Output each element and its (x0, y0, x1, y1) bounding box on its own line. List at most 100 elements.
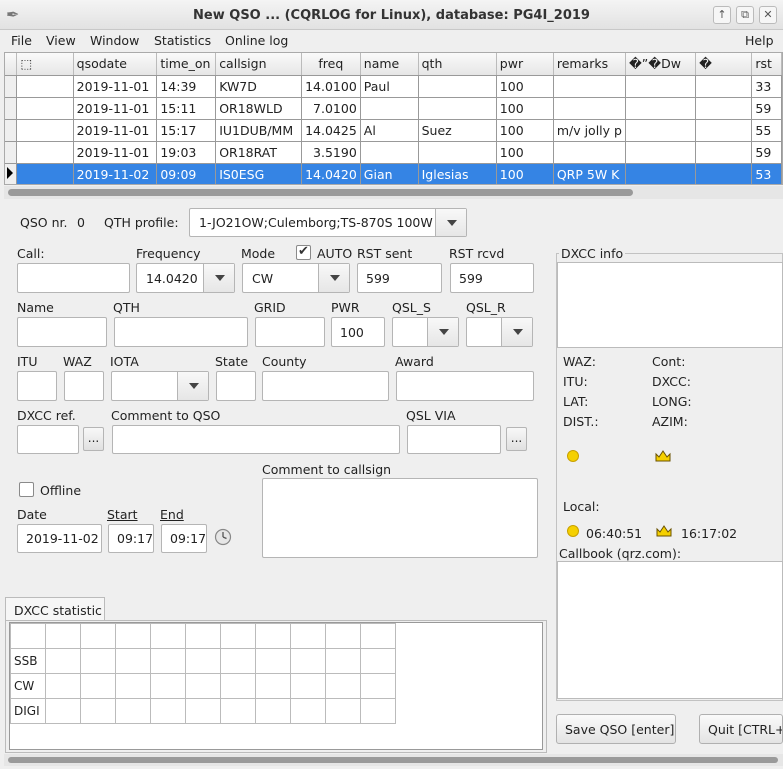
grid-header-icon[interactable]: � (695, 53, 753, 76)
grid-header[interactable]: qth (418, 53, 497, 76)
grid-cell[interactable]: 55 (751, 119, 782, 142)
grid-cell[interactable]: 14.0425 (301, 119, 361, 142)
grid-cell[interactable]: 15:11 (156, 97, 217, 120)
grid-cell[interactable] (418, 141, 497, 164)
grid-cell[interactable]: IS0ESG (215, 163, 302, 184)
grid-cell[interactable]: OR18RAT (215, 141, 302, 164)
grid-cell[interactable]: Gian (360, 163, 419, 184)
grid-cell[interactable] (360, 141, 419, 164)
grid-cell[interactable] (625, 141, 697, 164)
grid-cell[interactable]: 2019-11-01 (73, 97, 158, 120)
grid-header[interactable]: freq (301, 53, 361, 76)
award-input[interactable] (396, 371, 534, 401)
menu-window[interactable]: Window (90, 33, 139, 48)
row-indicator[interactable] (5, 141, 18, 164)
save-qso-button[interactable]: Save QSO [enter] (556, 714, 676, 744)
grid-header[interactable]: qsodate (73, 53, 158, 76)
dxcc-browse-button[interactable]: ... (83, 427, 104, 451)
mode-select[interactable]: CW (242, 263, 350, 293)
grid-cell[interactable] (16, 119, 74, 142)
grid-cell[interactable]: Suez (418, 119, 497, 142)
grid-header-icon[interactable]: ⬚ (16, 53, 74, 76)
waz-input[interactable] (64, 371, 104, 401)
menu-help[interactable]: Help (745, 33, 774, 48)
call-input[interactable] (17, 263, 130, 293)
table-row[interactable]: 2019-11-01 15:17 IU1DUB/MM 14.0425 Al Suez 100… (5, 119, 782, 142)
grid-cell[interactable]: KW7D (215, 75, 302, 98)
row-indicator[interactable] (5, 119, 18, 142)
grid-cell[interactable]: 19:03 (156, 141, 217, 164)
window-close-icon[interactable]: ✕ (759, 6, 777, 24)
comment-callsign-textarea[interactable] (262, 478, 538, 558)
grid-cell[interactable] (625, 119, 697, 142)
grid-cell[interactable] (553, 75, 626, 98)
grid-cell[interactable]: m/v jolly p (553, 119, 626, 142)
grid-horizontal-scrollbar[interactable] (4, 186, 783, 199)
grid-cell[interactable]: IU1DUB/MM (215, 119, 302, 142)
grid-header[interactable]: remarks (553, 53, 626, 76)
pwr-input[interactable]: 100 (331, 317, 385, 347)
rst-sent-input[interactable]: 599 (357, 263, 442, 293)
grid-cell[interactable]: 14:39 (156, 75, 217, 98)
grid-cell[interactable]: 2019-11-01 (73, 119, 158, 142)
grid-cell[interactable]: 09:09 (156, 163, 217, 184)
table-row[interactable]: 2019-11-01 14:39 KW7D 14.0100 Paul 100 33 (5, 75, 782, 98)
dxcc-ref-input[interactable] (17, 425, 79, 454)
grid-cell[interactable]: 59 (751, 97, 782, 120)
grid-cell[interactable]: 15:17 (156, 119, 217, 142)
row-indicator[interactable] (5, 97, 18, 120)
grid-cell[interactable] (695, 163, 753, 184)
bottom-scrollbar[interactable] (4, 754, 783, 766)
start-input[interactable]: 09:17 (108, 524, 154, 553)
grid-cell[interactable] (418, 97, 497, 120)
qsl-s-select[interactable] (392, 317, 459, 347)
grid-cell[interactable]: Iglesias (418, 163, 497, 184)
grid-cell[interactable]: 14.0100 (301, 75, 361, 98)
grid-cell[interactable] (625, 163, 697, 184)
window-restore-icon[interactable]: ⧉ (736, 6, 754, 24)
grid-cell[interactable] (360, 97, 419, 120)
grid-cell[interactable] (695, 141, 753, 164)
grid-cell[interactable]: 33 (751, 75, 782, 98)
grid-cell[interactable] (16, 163, 74, 184)
grid-header[interactable]: time_on (156, 53, 217, 76)
grid-cell[interactable]: Paul (360, 75, 419, 98)
itu-input[interactable] (17, 371, 57, 401)
menu-view[interactable]: View (46, 33, 76, 48)
quit-button[interactable]: Quit [CTRL+ (699, 714, 783, 744)
grid-cell[interactable]: 100 (496, 163, 554, 184)
grid-cell[interactable] (553, 141, 626, 164)
grid-cell[interactable] (625, 97, 697, 120)
grid-header[interactable]: name (360, 53, 419, 76)
grid-cell[interactable] (695, 97, 753, 120)
grid-cell[interactable]: 100 (496, 141, 554, 164)
menu-online-log[interactable]: Online log (225, 33, 288, 48)
grid-cell[interactable] (695, 75, 753, 98)
date-input[interactable]: 2019-11-02 (17, 524, 102, 553)
grid-cell[interactable]: 14.0420 (301, 163, 361, 184)
qth-profile-select[interactable]: 1-JO21OW;Culemborg;TS-870S 100W I (189, 208, 467, 237)
grid-cell[interactable]: OR18WLD (215, 97, 302, 120)
grid-cell[interactable]: 59 (751, 141, 782, 164)
grid-cell[interactable]: 100 (496, 119, 554, 142)
grid-header[interactable]: rst (751, 53, 782, 76)
grid-cell[interactable]: 100 (496, 97, 554, 120)
tab-dxcc-statistic[interactable]: DXCC statistic (5, 597, 105, 621)
iota-select[interactable] (111, 371, 209, 401)
grid-header-icon[interactable]: �”�Dw (625, 53, 697, 76)
grid-cell[interactable] (16, 75, 74, 98)
qsl-r-select[interactable] (466, 317, 533, 347)
row-indicator[interactable] (5, 75, 18, 98)
grid-cell[interactable] (16, 97, 74, 120)
grid-cell[interactable]: 53 (751, 163, 782, 184)
grid-cell[interactable]: 100 (496, 75, 554, 98)
grid-cell[interactable] (625, 75, 697, 98)
rst-rcvd-input[interactable]: 599 (450, 263, 534, 293)
qso-grid[interactable]: ⬚ qsodate time_on callsign freq name qth… (4, 52, 783, 185)
qsl-via-input[interactable] (407, 425, 501, 454)
grid-cell[interactable]: 2019-11-01 (73, 141, 158, 164)
table-row[interactable]: 2019-11-02 09:09 IS0ESG 14.0420 Gian Iglesias… (5, 163, 782, 184)
grid-cell[interactable]: Al (360, 119, 419, 142)
end-input[interactable]: 09:17 (161, 524, 207, 553)
name-input[interactable] (17, 317, 107, 347)
